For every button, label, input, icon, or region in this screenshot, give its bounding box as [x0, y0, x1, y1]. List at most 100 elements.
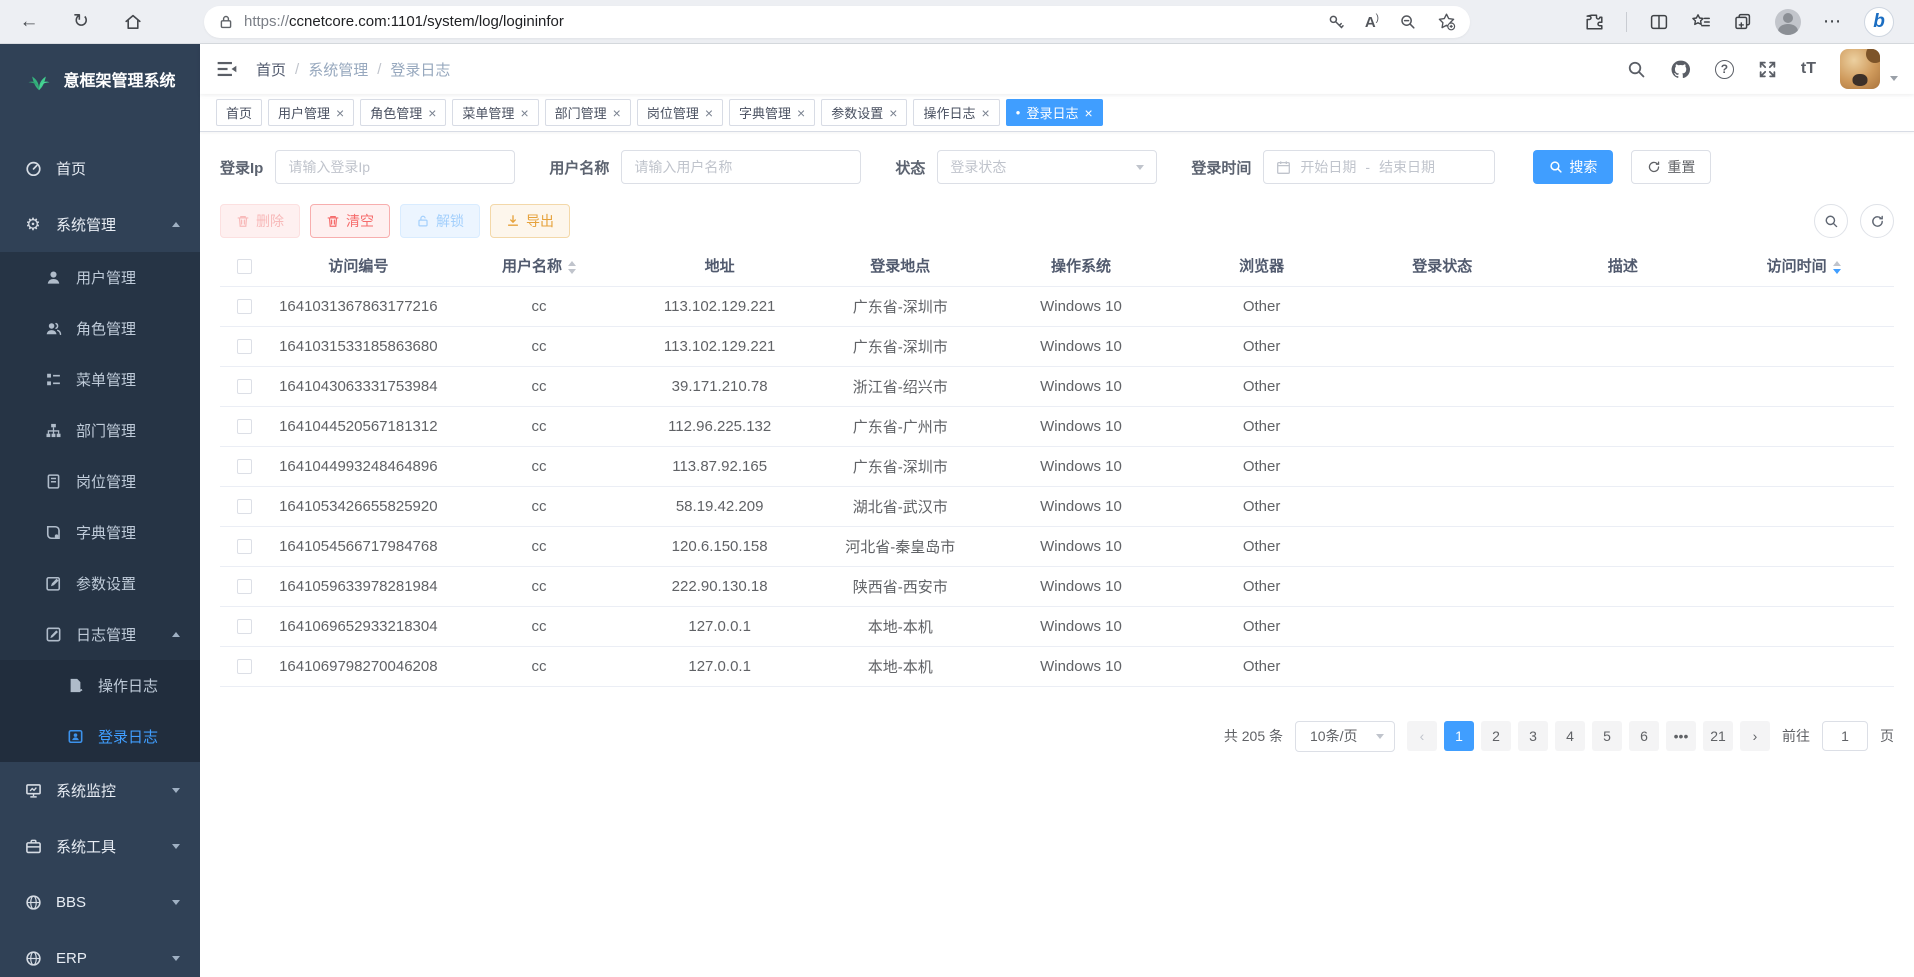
sidebar-item-bbs[interactable]: BBS — [0, 874, 200, 930]
close-tab-icon[interactable]: × — [428, 106, 436, 120]
browser-back-icon[interactable]: ← — [14, 7, 44, 37]
tab-operation-log[interactable]: 操作日志× — [913, 99, 999, 126]
page-button-5[interactable]: 5 — [1592, 721, 1622, 751]
bing-copilot-icon[interactable]: b — [1864, 7, 1894, 37]
avatar-caret-icon[interactable] — [1890, 76, 1898, 81]
browser-reload-icon[interactable]: ↻ — [66, 7, 96, 37]
tab-user-management[interactable]: 用户管理× — [268, 99, 354, 126]
sidebar-item-system-management[interactable]: ⚙ 系统管理 — [0, 196, 200, 252]
help-icon[interactable]: ? — [1715, 60, 1734, 79]
close-tab-icon[interactable]: × — [1085, 106, 1093, 120]
browser-home-icon[interactable] — [118, 7, 148, 37]
sidebar-toggle-icon[interactable] — [216, 58, 238, 80]
refresh-table-button[interactable] — [1860, 204, 1894, 238]
search-button[interactable]: 搜索 — [1533, 150, 1613, 184]
sort-icon[interactable] — [1833, 261, 1841, 274]
sidebar-item-post-management[interactable]: 岗位管理 — [0, 456, 200, 507]
read-aloud-icon[interactable]: A) — [1365, 13, 1379, 31]
next-page-button[interactable]: › — [1740, 721, 1770, 751]
row-checkbox[interactable] — [237, 339, 252, 354]
sidebar-item-erp[interactable]: ERP — [0, 930, 200, 977]
login-ip-input[interactable] — [275, 150, 515, 184]
user-avatar[interactable] — [1840, 49, 1880, 89]
goto-page-input[interactable] — [1822, 721, 1868, 751]
row-checkbox[interactable] — [237, 579, 252, 594]
breadcrumb-home[interactable]: 首页 — [256, 59, 286, 80]
page-button-21[interactable]: 21 — [1703, 721, 1733, 751]
close-tab-icon[interactable]: × — [336, 106, 344, 120]
sidebar-item-home[interactable]: 首页 — [0, 140, 200, 196]
close-tab-icon[interactable]: × — [797, 106, 805, 120]
tab-role-management[interactable]: 角色管理× — [360, 99, 446, 126]
page-button-4[interactable]: 4 — [1555, 721, 1585, 751]
tab-department-management[interactable]: 部门管理× — [545, 99, 631, 126]
extensions-icon[interactable] — [1584, 12, 1604, 32]
sidebar-item-user-management[interactable]: 用户管理 — [0, 252, 200, 303]
reset-button[interactable]: 重置 — [1631, 150, 1711, 184]
row-checkbox[interactable] — [237, 659, 252, 674]
logo[interactable]: 意框架管理系统 — [0, 44, 200, 108]
col-user-name[interactable]: 用户名称 — [449, 246, 630, 286]
github-icon[interactable] — [1670, 59, 1691, 80]
more-pages-button[interactable]: ••• — [1666, 721, 1696, 751]
row-checkbox[interactable] — [237, 619, 252, 634]
page-button-3[interactable]: 3 — [1518, 721, 1548, 751]
page-button-6[interactable]: 6 — [1629, 721, 1659, 751]
close-tab-icon[interactable]: × — [613, 106, 621, 120]
fullscreen-icon[interactable] — [1758, 60, 1777, 79]
prev-page-button[interactable]: ‹ — [1407, 721, 1437, 751]
row-checkbox[interactable] — [237, 459, 252, 474]
page-button-1[interactable]: 1 — [1444, 721, 1474, 751]
sidebar-item-login-log[interactable]: 登录日志 — [0, 711, 200, 762]
close-tab-icon[interactable]: × — [889, 106, 897, 120]
address-bar[interactable]: https://ccnetcore.com:1101/system/log/lo… — [204, 6, 1470, 38]
browser-profile-icon[interactable] — [1775, 9, 1801, 35]
tab-param-settings[interactable]: 参数设置× — [821, 99, 907, 126]
tab-home[interactable]: 首页 — [216, 99, 262, 126]
page-size-select[interactable]: 10条/页 — [1295, 721, 1395, 752]
row-checkbox[interactable] — [237, 379, 252, 394]
col-visit-time[interactable]: 访问时间 — [1713, 246, 1894, 286]
sidebar-item-log-management[interactable]: 日志管理 — [0, 609, 200, 660]
breadcrumb-system[interactable]: 系统管理 — [308, 59, 368, 80]
unlock-button[interactable]: 解锁 — [400, 204, 480, 238]
sidebar-item-dict-management[interactable]: 字典管理 — [0, 507, 200, 558]
sidebar-item-role-management[interactable]: 角色管理 — [0, 303, 200, 354]
select-all-checkbox[interactable] — [237, 259, 252, 274]
password-key-icon[interactable] — [1327, 13, 1345, 31]
collections-icon[interactable] — [1733, 12, 1753, 32]
close-tab-icon[interactable]: × — [981, 106, 989, 120]
search-icon[interactable] — [1627, 60, 1646, 79]
row-checkbox[interactable] — [237, 419, 252, 434]
sidebar-item-param-settings[interactable]: 参数设置 — [0, 558, 200, 609]
close-tab-icon[interactable]: × — [520, 106, 528, 120]
font-size-icon[interactable]: tT — [1801, 60, 1816, 78]
delete-button[interactable]: 删除 — [220, 204, 300, 238]
clear-button[interactable]: 清空 — [310, 204, 390, 238]
row-checkbox[interactable] — [237, 539, 252, 554]
row-checkbox[interactable] — [237, 499, 252, 514]
favorites-icon[interactable] — [1691, 12, 1711, 32]
page-button-2[interactable]: 2 — [1481, 721, 1511, 751]
tab-post-management[interactable]: 岗位管理× — [637, 99, 723, 126]
user-name-input[interactable] — [621, 150, 861, 184]
add-favorite-star-icon[interactable] — [1437, 12, 1456, 31]
zoom-out-icon[interactable] — [1399, 13, 1417, 31]
site-lock-icon[interactable] — [218, 14, 234, 30]
close-tab-icon[interactable]: × — [705, 106, 713, 120]
sidebar-item-menu-management[interactable]: 菜单管理 — [0, 354, 200, 405]
tab-dict-management[interactable]: 字典管理× — [729, 99, 815, 126]
status-select[interactable]: 登录状态 — [937, 150, 1157, 184]
export-button[interactable]: 导出 — [490, 204, 570, 238]
show-search-button[interactable] — [1814, 204, 1848, 238]
date-range-picker[interactable]: 开始日期 - 结束日期 — [1263, 150, 1495, 184]
browser-menu-icon[interactable]: ⋯ — [1823, 11, 1842, 32]
split-screen-icon[interactable] — [1649, 12, 1669, 32]
sidebar-item-system-monitor[interactable]: 系统监控 — [0, 762, 200, 818]
sidebar-item-operation-log[interactable]: 操作日志 — [0, 660, 200, 711]
tab-login-log[interactable]: ●登录日志× — [1006, 99, 1103, 126]
url-text[interactable]: https://ccnetcore.com:1101/system/log/lo… — [244, 13, 564, 30]
sort-icon[interactable] — [568, 261, 576, 274]
row-checkbox[interactable] — [237, 299, 252, 314]
tab-menu-management[interactable]: 菜单管理× — [452, 99, 538, 126]
